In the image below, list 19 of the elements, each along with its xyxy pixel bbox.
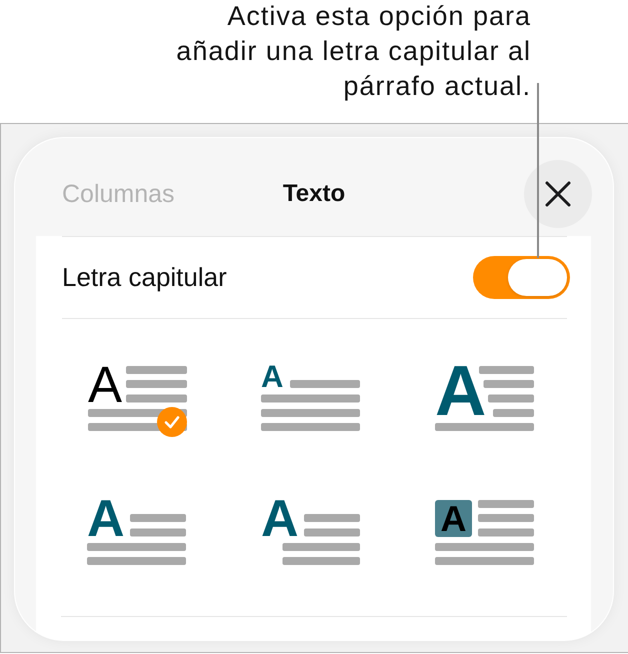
drop-cap-style-option[interactable]: A <box>87 500 187 572</box>
checkmark-badge-icon <box>157 407 187 437</box>
drop-cap-style-option[interactable]: A <box>435 500 535 572</box>
drop-cap-style-option[interactable]: A <box>87 366 187 438</box>
drop-cap-letter: A <box>261 500 299 538</box>
drop-cap-label: Letra capitular <box>62 262 227 293</box>
close-icon <box>545 181 571 207</box>
drop-cap-style-option[interactable]: A <box>435 366 535 438</box>
callout-text: Activa esta opción para añadir una letra capitular al párrafo actual. <box>175 0 531 103</box>
previous-pane-title: Columnas <box>62 180 175 208</box>
drop-cap-letter: A <box>87 500 125 538</box>
drop-cap-letter: A <box>435 366 486 419</box>
drop-cap-letter: A <box>88 366 122 404</box>
drop-cap-toggle[interactable] <box>473 256 570 299</box>
pane-title: Texto <box>282 180 346 208</box>
boxed-drop-cap-letter: A <box>435 500 472 537</box>
drop-cap-style-option[interactable]: A <box>261 366 361 438</box>
drop-cap-style-option[interactable]: A <box>261 500 361 572</box>
drop-cap-letter: A <box>261 366 284 389</box>
